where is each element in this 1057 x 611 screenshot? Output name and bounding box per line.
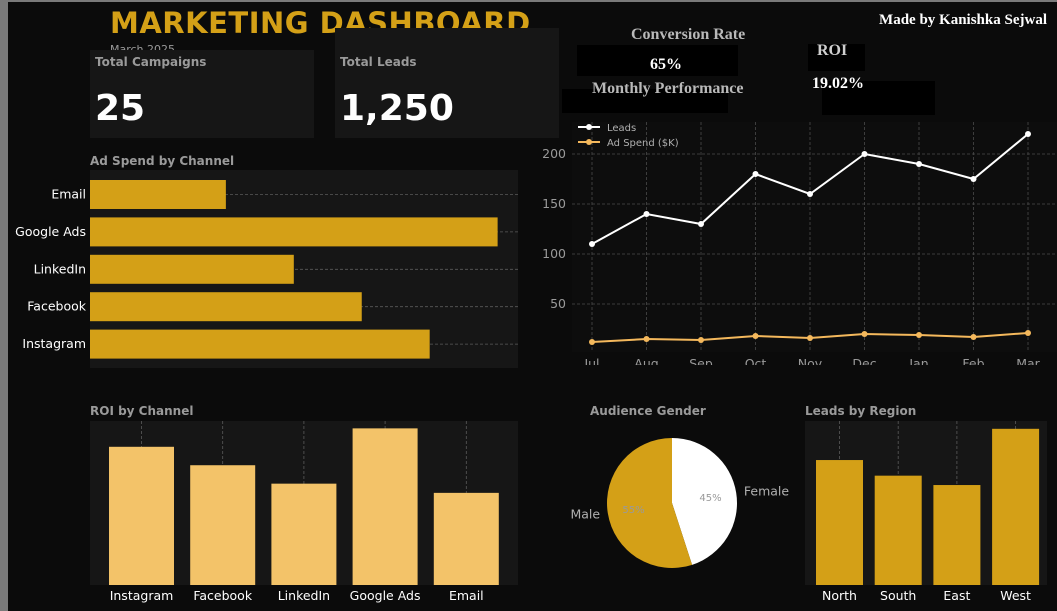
monthly-x-tick-label: Feb xyxy=(962,356,984,365)
ad-spend-category-label: Google Ads xyxy=(15,224,86,239)
monthly-x-tick-label: Aug xyxy=(634,356,658,365)
ad-spend-point xyxy=(589,339,595,345)
monthly-plot-area xyxy=(572,122,1057,352)
gender-percent-label: 45% xyxy=(699,493,721,504)
kpi-campaigns-label: Total Campaigns xyxy=(95,55,207,69)
kpi-campaigns-value: 25 xyxy=(95,88,146,129)
roi-bar xyxy=(352,428,418,585)
monthly-y-tick-label: 150 xyxy=(542,196,566,211)
region-bar xyxy=(992,428,1040,585)
region-category-label: South xyxy=(880,588,916,603)
leads-point xyxy=(861,151,868,157)
monthly-x-tick-label: Jul xyxy=(583,356,599,365)
roi-category-label: Instagram xyxy=(110,588,174,603)
ad-spend-bar xyxy=(90,329,430,359)
ad-spend-point xyxy=(752,333,759,339)
ad-spend-point xyxy=(861,331,868,337)
ad-spend-point xyxy=(698,337,704,343)
roi-bar xyxy=(433,492,499,585)
legend-marker-1 xyxy=(586,139,592,145)
roi-category-label: Google Ads xyxy=(350,588,421,603)
legend-label-0: Leads xyxy=(607,123,636,134)
leads-point xyxy=(643,211,650,217)
audience-gender-title: Audience Gender xyxy=(590,404,706,418)
legend-label-1: Ad Spend ($K) xyxy=(607,138,679,149)
monthly-y-tick-label: 100 xyxy=(542,246,566,261)
monthly-y-tick-label: 50 xyxy=(550,296,566,311)
monthly-x-tick-label: Sep xyxy=(689,356,713,365)
author-credit: Made by Kanishka Sejwal xyxy=(879,12,1047,28)
ad-spend-bar xyxy=(90,292,362,322)
ad-spend-point xyxy=(970,334,977,340)
leads-point xyxy=(807,191,813,197)
monthly-performance-chart: Jul Aug Sep Oct Nov Dec Jan Feb Mar 50 100 150 200 Le… xyxy=(542,122,1057,365)
monthly-x-tick-label: Dec xyxy=(852,356,876,365)
region-category-label: East xyxy=(943,588,970,603)
leads-point xyxy=(752,171,759,177)
roi-by-channel-chart: Instagram Facebook LinkedIn Google Ads Email xyxy=(90,421,518,603)
ad-spend-point xyxy=(916,332,922,338)
gender-percent-label: 55% xyxy=(622,505,644,516)
gender-category-label: Female xyxy=(744,484,790,499)
leads-by-region-chart: North South East West xyxy=(805,421,1047,603)
conversion-rate-value: 65% xyxy=(650,56,682,73)
kpi-leads-label: Total Leads xyxy=(340,55,417,69)
roi-category-label: LinkedIn xyxy=(278,588,330,603)
leads-point xyxy=(589,241,595,247)
monthly-performance-title: Monthly Performance xyxy=(592,80,744,97)
ad-spend-bar xyxy=(90,180,226,209)
monthly-y-tick-label: 200 xyxy=(542,146,566,161)
region-category-label: North xyxy=(822,588,857,603)
monthly-x-tick-label: Jan xyxy=(908,356,928,365)
conversion-rate-label: Conversion Rate xyxy=(631,26,746,43)
region-bar xyxy=(816,460,863,585)
ad-spend-bar xyxy=(90,217,498,247)
roi-bar xyxy=(109,446,174,585)
leads-point xyxy=(1025,131,1031,137)
roi-value: 19.02% xyxy=(812,75,864,92)
roi-label: ROI xyxy=(817,42,848,59)
roi-bar xyxy=(190,465,256,585)
monthly-x-tick-label: Mar xyxy=(1016,356,1040,365)
legend-marker-0 xyxy=(586,124,592,130)
leads-point xyxy=(916,161,922,167)
ad-spend-bar xyxy=(90,254,294,284)
gender-category-label: Male xyxy=(570,506,600,521)
ad-spend-category-label: Facebook xyxy=(27,299,86,314)
roi-bar xyxy=(271,483,337,585)
kpi-leads-value: 1,250 xyxy=(340,88,454,129)
ad-spend-point xyxy=(807,335,813,341)
region-bar xyxy=(874,475,922,585)
leads-point xyxy=(698,221,704,227)
region-category-label: West xyxy=(1000,588,1031,603)
audience-gender-chart: 45% Female 55% Male xyxy=(570,438,790,568)
monthly-x-tick-label: Nov xyxy=(798,356,823,365)
ad-spend-category-label: LinkedIn xyxy=(34,261,86,276)
leads-point xyxy=(970,176,977,182)
ad-spend-chart: Email Google Ads LinkedIn Facebook Instagram xyxy=(15,170,518,368)
monthly-x-tick-label: Oct xyxy=(745,356,767,365)
ad-spend-point xyxy=(643,336,650,342)
roi-category-label: Email xyxy=(449,588,484,603)
ad-spend-point xyxy=(1025,330,1031,336)
ad-spend-category-label: Instagram xyxy=(22,336,86,351)
region-bar xyxy=(933,485,981,585)
ad-spend-category-label: Email xyxy=(51,187,86,202)
roi-category-label: Facebook xyxy=(193,588,252,603)
